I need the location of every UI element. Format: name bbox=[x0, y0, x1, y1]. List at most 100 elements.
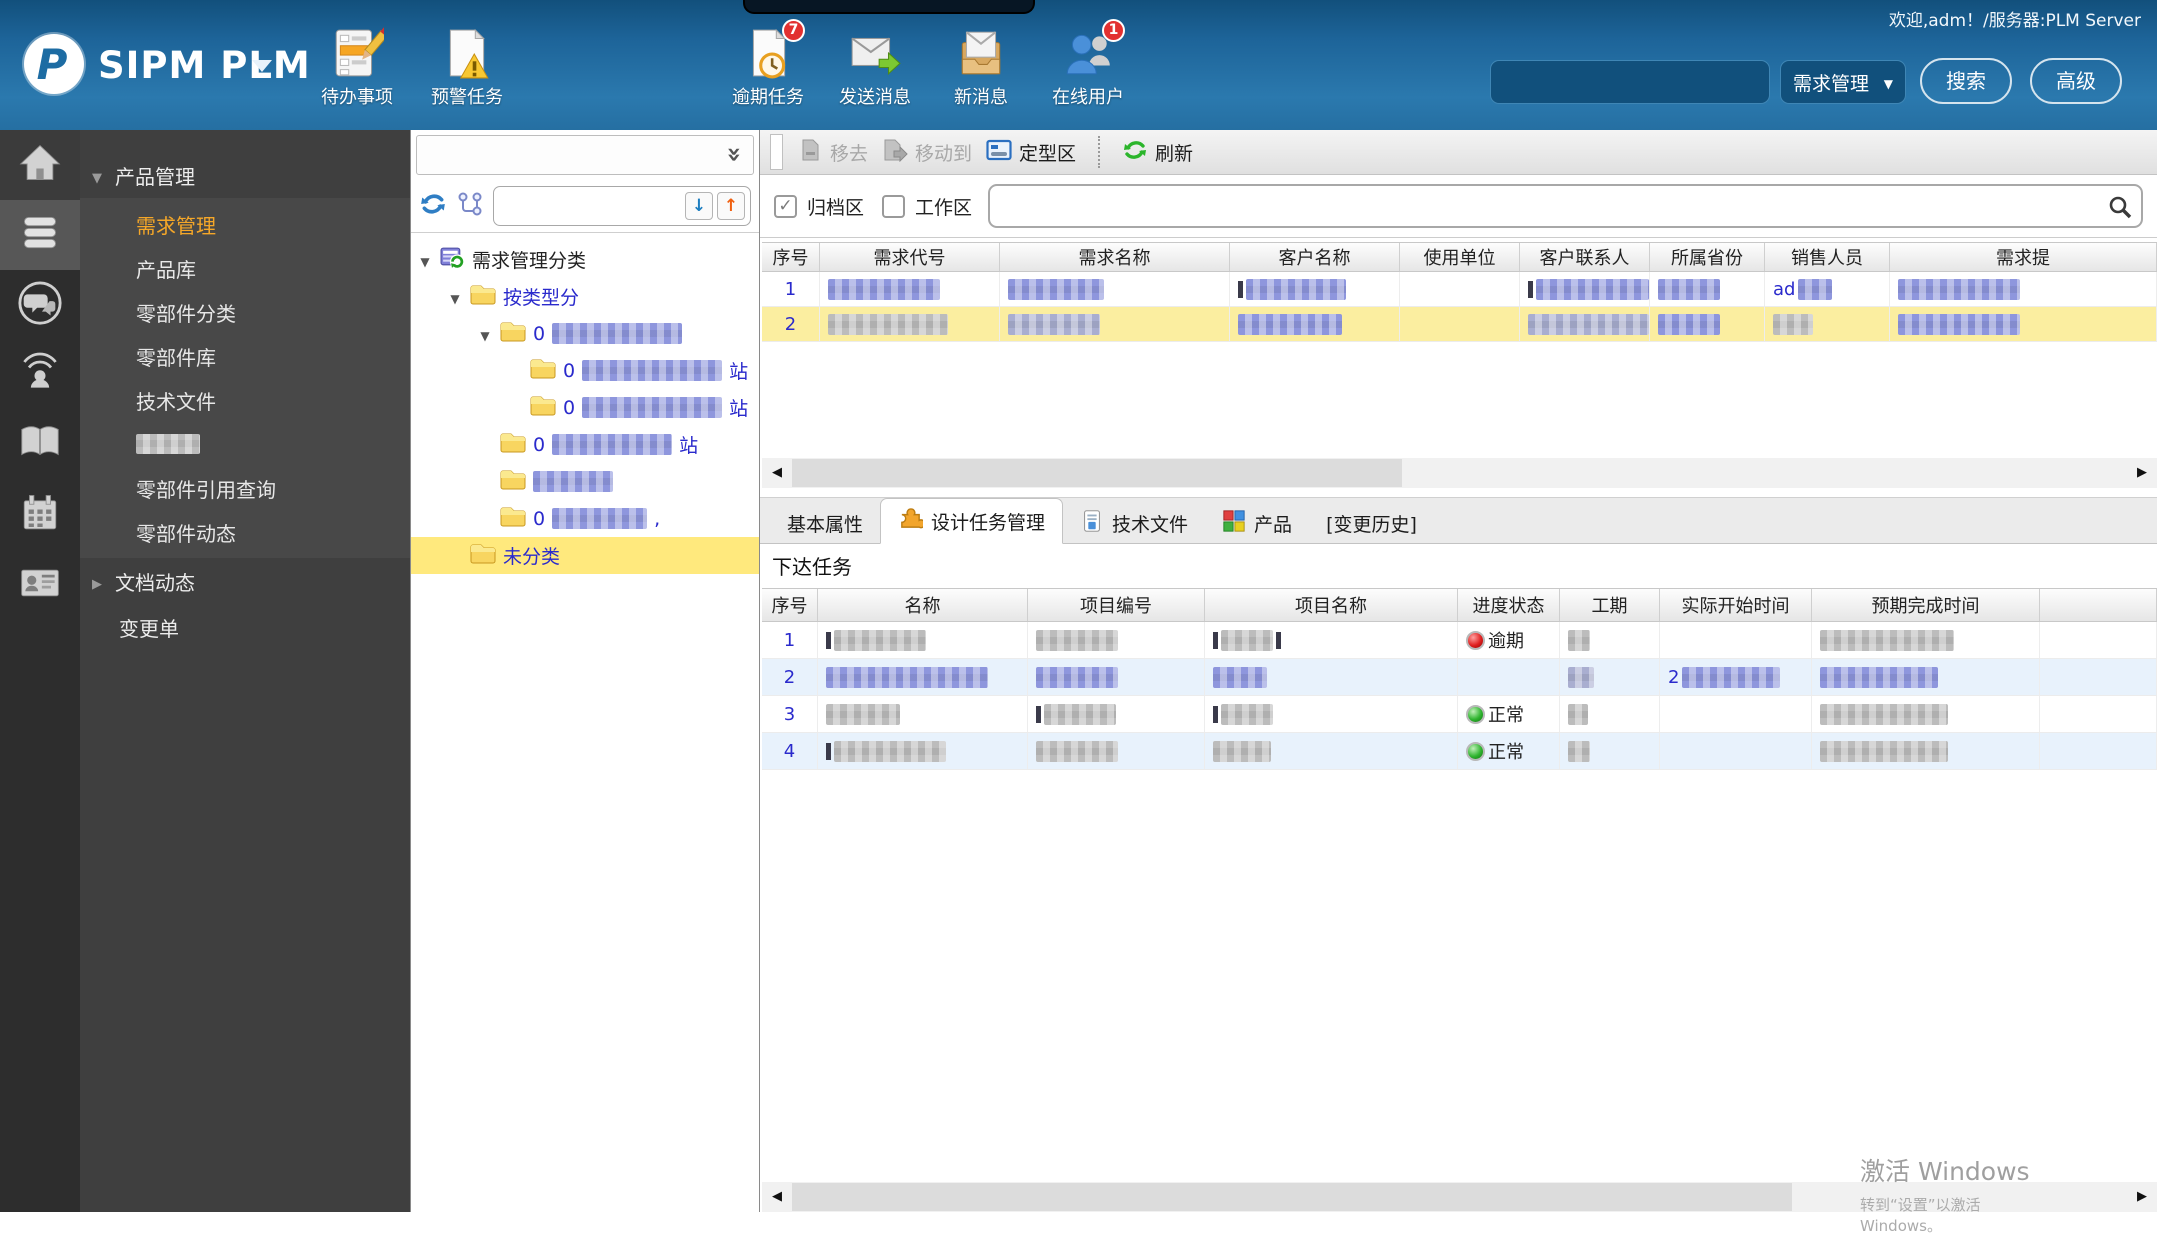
online-users-icon: 1 bbox=[1061, 19, 1125, 80]
tree-expand-icon[interactable] bbox=[477, 323, 493, 345]
tree-view-icon[interactable] bbox=[457, 191, 483, 221]
nav-item-part-classification[interactable]: 零部件分类 bbox=[80, 290, 410, 334]
column-header[interactable]: 预期完成时间 bbox=[1812, 589, 2040, 621]
column-header[interactable]: 需求代号 bbox=[820, 243, 1000, 271]
tree-expand-icon[interactable] bbox=[417, 249, 433, 271]
search-scope-select[interactable]: 需求管理 bbox=[1780, 60, 1906, 104]
archive-checkbox[interactable] bbox=[774, 194, 797, 218]
scroll-right-icon[interactable] bbox=[2129, 1182, 2155, 1212]
tree-node-by-type[interactable]: 按类型分 bbox=[411, 278, 759, 315]
tab-product[interactable]: 产品 bbox=[1205, 503, 1309, 543]
tab-technical-docs[interactable]: 技术文件 bbox=[1063, 503, 1205, 543]
toolbar-edge bbox=[770, 134, 783, 170]
column-header[interactable]: 名称 bbox=[818, 589, 1028, 621]
tree-node-unclassified[interactable]: 未分类 bbox=[411, 537, 759, 574]
column-header[interactable]: 销售人员 bbox=[1765, 243, 1890, 271]
module-broadcast[interactable] bbox=[0, 340, 80, 410]
column-header[interactable]: 进度状态 bbox=[1458, 589, 1560, 621]
scrollbar-thumb[interactable] bbox=[792, 1183, 1792, 1211]
column-header[interactable]: 实际开始时间 bbox=[1660, 589, 1812, 621]
nav-item-technical-docs[interactable]: 技术文件 bbox=[80, 378, 410, 422]
column-header[interactable]: 需求提 bbox=[1890, 243, 2157, 271]
document-icon bbox=[1080, 509, 1104, 538]
nav-item-product-library[interactable]: 产品库 bbox=[80, 246, 410, 290]
finalize-area-button[interactable]: 定型区 bbox=[986, 138, 1076, 167]
row-number: 1 bbox=[762, 272, 820, 306]
toolbar-item-send-message[interactable]: 发送消息 bbox=[816, 26, 934, 109]
scrollbar-thumb[interactable] bbox=[792, 459, 1402, 487]
column-header[interactable]: 序号 bbox=[762, 243, 820, 271]
column-header[interactable]: 项目编号 bbox=[1028, 589, 1205, 621]
table-row[interactable]: 2 2 bbox=[762, 659, 2157, 696]
scroll-left-icon[interactable] bbox=[764, 458, 790, 488]
advanced-search-button[interactable]: 高级 bbox=[2030, 58, 2122, 104]
refresh-icon[interactable] bbox=[419, 190, 447, 222]
nav-group-product-mgmt[interactable]: 产品管理 bbox=[80, 152, 410, 198]
tree-expand-icon[interactable] bbox=[447, 286, 463, 308]
search-up-button[interactable]: ↑ bbox=[717, 191, 745, 220]
tree-node-redacted[interactable] bbox=[411, 463, 759, 500]
tree-node-redacted[interactable]: 0 站 bbox=[411, 389, 759, 426]
scroll-right-icon[interactable] bbox=[2129, 458, 2155, 488]
tab-basic-properties[interactable]: 基本属性 bbox=[770, 503, 880, 543]
move-to-button[interactable]: 移动到 bbox=[882, 138, 972, 167]
column-header[interactable]: 客户名称 bbox=[1230, 243, 1400, 271]
toolbar-item-online-users[interactable]: 1 在线用户 bbox=[1029, 19, 1147, 109]
upper-horizontal-scrollbar[interactable] bbox=[762, 458, 2157, 488]
module-contacts[interactable] bbox=[0, 550, 80, 620]
toolbar-item-new-message[interactable]: 新消息 bbox=[922, 26, 1040, 109]
nav-item-redacted[interactable] bbox=[80, 422, 410, 466]
nav-group-document-activity[interactable]: 文档动态 bbox=[80, 558, 410, 604]
table-row[interactable]: 1 ad bbox=[762, 272, 2157, 307]
module-product-data[interactable] bbox=[0, 200, 80, 270]
tree-search-input[interactable]: ↓ ↑ bbox=[493, 185, 751, 226]
search-button[interactable]: 搜索 bbox=[1920, 58, 2012, 104]
table-row[interactable]: 3 正常 bbox=[762, 696, 2157, 733]
column-header[interactable]: 项目名称 bbox=[1205, 589, 1458, 621]
toolbar-item-todo[interactable]: 待办事项 bbox=[298, 26, 416, 109]
row-number: 2 bbox=[762, 307, 820, 341]
nav-item-part-reference-query[interactable]: 零部件引用查询 bbox=[80, 466, 410, 510]
tree-node-label: 未分类 bbox=[503, 546, 561, 568]
table-row[interactable]: 4 正常 bbox=[762, 733, 2157, 770]
table-row-selected[interactable]: 2 bbox=[762, 307, 2157, 342]
tab-label: [变更历史] bbox=[1326, 513, 1417, 536]
tree-node-redacted[interactable]: 0 站 bbox=[411, 352, 759, 389]
toolbar-item-overdue-tasks[interactable]: 7 逾期任务 bbox=[709, 19, 827, 109]
module-library[interactable] bbox=[0, 410, 80, 480]
table-search-input[interactable] bbox=[988, 184, 2143, 228]
document-move-icon bbox=[882, 138, 908, 167]
column-header[interactable]: 使用单位 bbox=[1400, 243, 1520, 271]
nav-item-requirement-mgmt[interactable]: 需求管理 bbox=[80, 202, 410, 246]
nav-item-change-order[interactable]: 变更单 bbox=[80, 604, 410, 650]
column-header[interactable]: 序号 bbox=[762, 589, 818, 621]
tree-node-root[interactable]: 需求管理分类 bbox=[411, 241, 759, 278]
tree-collapse-header[interactable] bbox=[416, 135, 754, 175]
tree-node-redacted[interactable]: 0 站 bbox=[411, 426, 759, 463]
column-header[interactable]: 工期 bbox=[1560, 589, 1660, 621]
move-to-label: 移动到 bbox=[915, 142, 973, 165]
brand-dropdown-icon[interactable] bbox=[252, 60, 272, 72]
column-header[interactable]: 客户联系人 bbox=[1520, 243, 1650, 271]
module-home[interactable] bbox=[0, 130, 80, 200]
tree-node-redacted[interactable]: 0 bbox=[411, 315, 759, 352]
column-header[interactable]: 所属省份 bbox=[1650, 243, 1765, 271]
nav-item-part-library[interactable]: 零部件库 bbox=[80, 334, 410, 378]
status-cell: 正常 bbox=[1458, 733, 1560, 769]
search-down-button[interactable]: ↓ bbox=[685, 191, 713, 220]
table-row[interactable]: 1 逾期 bbox=[762, 622, 2157, 659]
scroll-left-icon[interactable] bbox=[764, 1182, 790, 1212]
toolbar-item-warning-tasks[interactable]: 预警任务 bbox=[408, 26, 526, 109]
module-messages[interactable] bbox=[0, 270, 80, 340]
global-search-input[interactable] bbox=[1490, 60, 1770, 104]
tab-design-task-mgmt[interactable]: 设计任务管理 bbox=[880, 498, 1064, 544]
workspace-checkbox[interactable] bbox=[882, 194, 906, 218]
tab-change-history[interactable]: [变更历史] bbox=[1309, 503, 1434, 543]
module-calendar[interactable] bbox=[0, 480, 80, 550]
tree-node-redacted[interactable]: 0 , bbox=[411, 500, 759, 537]
column-header[interactable]: 需求名称 bbox=[1000, 243, 1230, 271]
nav-item-part-activity[interactable]: 零部件动态 bbox=[80, 510, 410, 554]
folder-icon bbox=[470, 283, 496, 310]
remove-button[interactable]: 移去 bbox=[799, 138, 868, 167]
refresh-button[interactable]: 刷新 bbox=[1122, 137, 1193, 168]
